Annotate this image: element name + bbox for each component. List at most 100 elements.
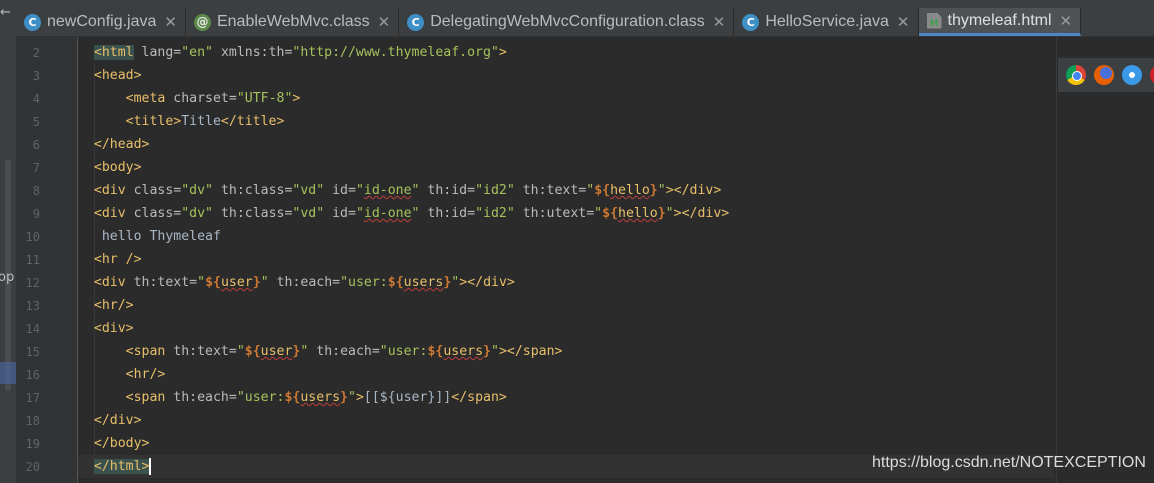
code-token: "id2" [475, 206, 515, 221]
opera-icon[interactable] [1150, 65, 1154, 85]
code-token: th:class= [213, 183, 293, 198]
code-token: <div [93, 275, 126, 290]
code-token: ${ [284, 390, 301, 405]
chrome-icon[interactable] [1066, 65, 1086, 85]
code-line[interactable]: <span th:each="user:${users}">[[${user}]… [78, 386, 507, 409]
tab-label: DelegatingWebMvcConfiguration.class [430, 13, 705, 30]
collapse-arrow-icon[interactable]: ← [0, 5, 11, 20]
code-token: > [355, 390, 364, 405]
code-token: th:id= [419, 183, 476, 198]
line-number: 12 [25, 276, 40, 290]
tab-label: HelloService.java [765, 13, 889, 30]
browser-preview-popup [1058, 58, 1154, 92]
code-line[interactable]: <meta charset="UTF-8"> [78, 87, 301, 110]
code-token: </body> [93, 436, 150, 451]
code-line[interactable]: <hr/> [78, 294, 134, 317]
close-icon[interactable]: ✕ [713, 13, 726, 31]
tab-newconfig-java[interactable]: CnewConfig.java ✕ [16, 8, 186, 36]
code-token: ></div> [665, 183, 722, 198]
code-line[interactable]: <title>Title</title> [78, 110, 285, 133]
close-icon[interactable]: ✕ [1060, 12, 1073, 30]
line-number: 19 [25, 437, 40, 451]
line-number: 9 [32, 207, 40, 221]
code-token: <span [125, 390, 166, 405]
code-line[interactable]: <div th:text="${user}" th:each="user:${u… [78, 271, 515, 294]
code-token: hello Thymeleaf [93, 229, 221, 244]
code-line[interactable]: hello Thymeleaf [78, 225, 221, 248]
code-token: > [292, 91, 301, 106]
code-token: user [260, 344, 293, 359]
code-token: charset= [165, 91, 237, 106]
code-token: th:class= [213, 206, 293, 221]
code-token: ></div> [459, 275, 515, 290]
tab-bar-top-strip [16, 0, 1154, 8]
code-token: </span> [451, 390, 507, 405]
html-file-icon: H [926, 12, 942, 29]
firefox-icon[interactable] [1094, 65, 1114, 85]
close-icon[interactable]: ✕ [378, 13, 391, 31]
code-token: ></span> [498, 344, 563, 359]
tab-label: thymeleaf.html [947, 11, 1052, 29]
code-line[interactable]: <hr /> [78, 248, 142, 271]
code-line[interactable]: <html lang="en" xmlns:th="http://www.thy… [78, 41, 507, 64]
code-token: users [443, 344, 484, 359]
code-token: "UTF-8" [236, 91, 293, 106]
code-line[interactable]: <hr/> [78, 363, 166, 386]
code-token: users [300, 390, 341, 405]
code-line[interactable]: </div> [78, 409, 142, 432]
code-line[interactable]: </body> [78, 432, 150, 455]
tab-enablewebmvc-class[interactable]: @ EnableWebMvc.class ✕ [186, 8, 400, 36]
code-token: <div [93, 183, 126, 198]
annotation-class-icon: @ [193, 13, 211, 31]
code-token: " [197, 275, 206, 290]
code-line[interactable]: <div> [78, 317, 134, 340]
code-token: id= [324, 183, 356, 198]
code-token: " [260, 275, 269, 290]
code-token: <div [93, 206, 126, 221]
code-token: } [483, 344, 491, 359]
code-line[interactable]: <body> [78, 156, 142, 179]
code-token: " [355, 183, 364, 198]
line-number-gutter[interactable]: 2 3 4 5 6 7 8 9 10 11 12 13 14 15 16 17 18 19 20 [16, 37, 86, 483]
java-class-icon: C [742, 13, 760, 31]
code-line[interactable]: <div class="dv" th:class="vd" id="id-one… [78, 202, 729, 225]
code-token: th:each= [308, 344, 380, 359]
code-editor[interactable]: <html lang="en" xmlns:th="http://www.thy… [78, 37, 1054, 483]
code-token: " [490, 344, 499, 359]
line-number: 17 [25, 391, 40, 405]
code-token: [[${user}]] [363, 390, 452, 405]
code-token: " [348, 390, 356, 405]
tab-helloservice-java[interactable]: C HelloService.java ✕ [734, 8, 919, 36]
selected-tree-item[interactable] [0, 362, 16, 384]
code-token: <div> [93, 321, 134, 336]
code-token: </head> [93, 137, 150, 152]
code-line[interactable]: <head> [78, 64, 142, 87]
code-token: ></div> [673, 206, 730, 221]
close-icon[interactable]: ✕ [897, 13, 910, 31]
code-token: lang= [133, 45, 182, 60]
code-token: > [498, 45, 507, 60]
java-class-icon: C [24, 13, 41, 31]
line-number: 15 [25, 345, 40, 359]
code-token: id= [324, 206, 356, 221]
code-line[interactable]: <div class="dv" th:class="vd" id="id-one… [78, 179, 721, 202]
tab-thymeleaf-html[interactable]: Hthymeleaf.html ✕ [918, 8, 1082, 36]
tab-delegatingwebmvcconfiguration-class[interactable]: C DelegatingWebMvcConfiguration.class ✕ [399, 8, 735, 36]
code-line[interactable]: <span th:text="${user}" th:each="user:${… [78, 340, 563, 363]
code-line[interactable]: </head> [78, 133, 150, 156]
code-token: ${ [594, 183, 611, 198]
code-token: ${ [244, 344, 261, 359]
line-number: 6 [32, 138, 40, 152]
close-icon[interactable]: ✕ [164, 13, 177, 31]
safari-icon[interactable] [1122, 65, 1142, 85]
line-number: 13 [25, 299, 40, 313]
line-number: 2 [32, 46, 40, 60]
code-token: } [649, 183, 658, 198]
code-token: "dv" [181, 206, 213, 221]
code-token: </title> [220, 114, 285, 129]
